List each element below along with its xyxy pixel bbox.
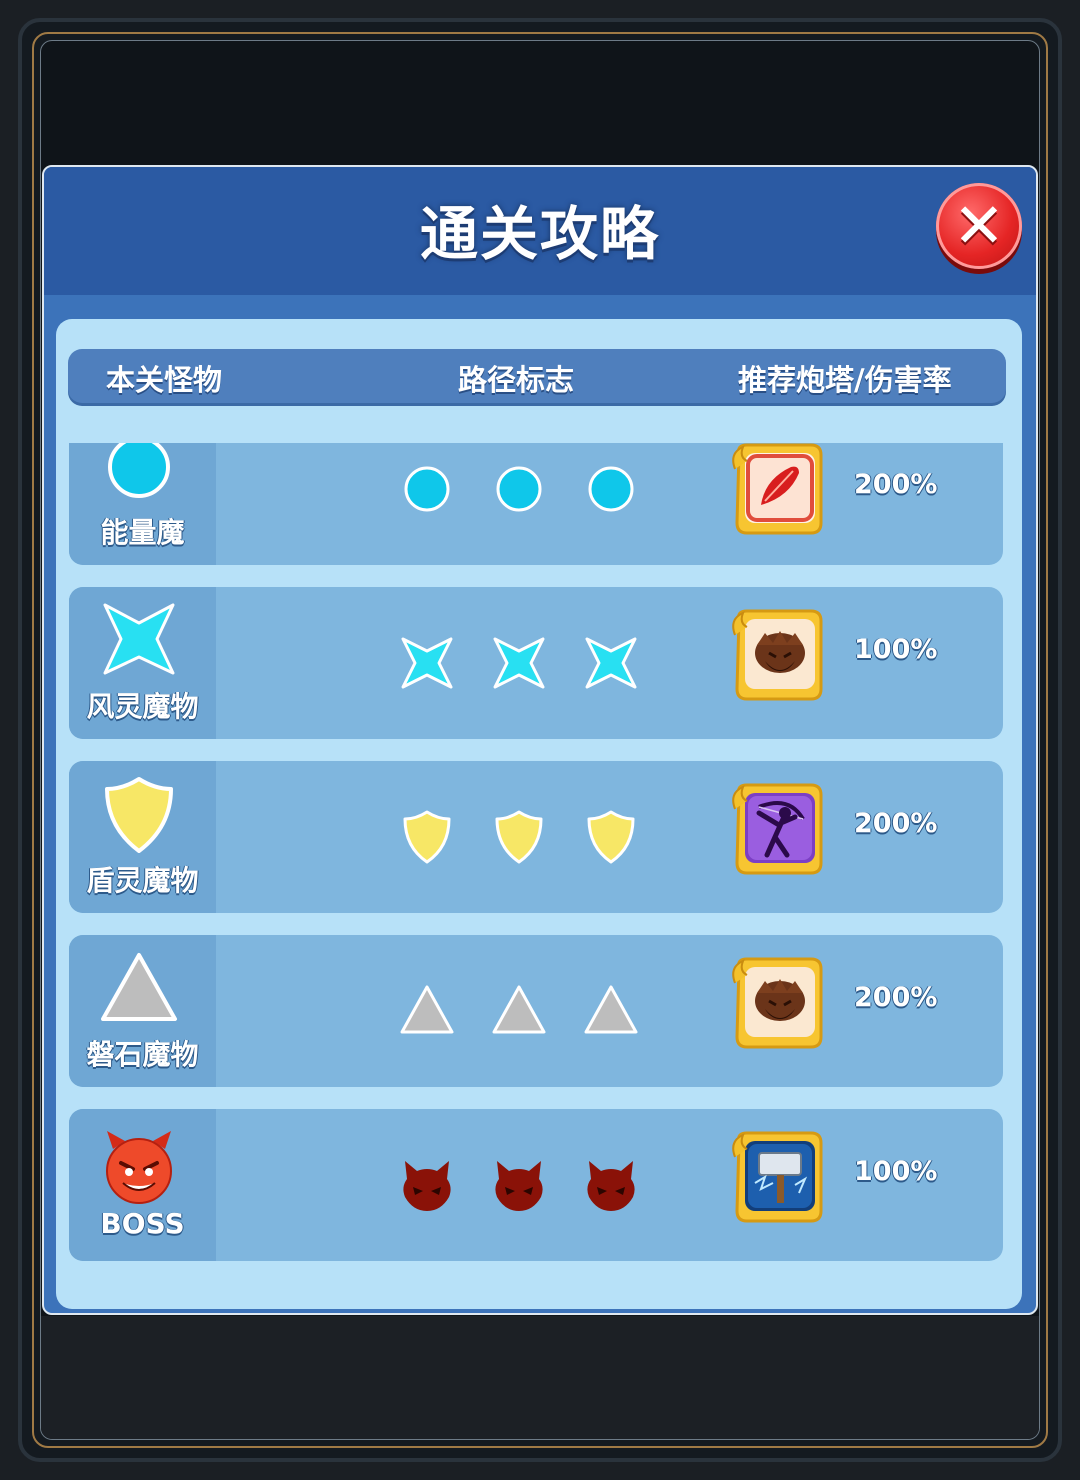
- red-feather-tower-icon[interactable]: [729, 443, 829, 539]
- gray-triangle-icon: [584, 985, 638, 1034]
- cyan-circle-icon: [108, 443, 170, 498]
- monster-name: BOSS: [100, 1207, 185, 1240]
- red-devil-icon: [587, 1161, 635, 1211]
- panel-header: 通关攻略 ✕: [44, 167, 1036, 295]
- monster-name: 能量魔: [100, 516, 185, 549]
- cyan-star-icon: [401, 637, 453, 689]
- cyan-star-icon: [103, 603, 175, 675]
- cyan-circle-icon: [404, 466, 450, 512]
- yellow-shield-icon: [403, 810, 451, 864]
- red-devil-icon: [403, 1161, 451, 1211]
- yellow-shield-icon: [495, 810, 543, 864]
- damage-rate: 100%: [854, 634, 938, 665]
- list-item[interactable]: BOSS 100%: [69, 1109, 1003, 1261]
- cyan-star-icon: [585, 637, 637, 689]
- yellow-shield-icon: [105, 777, 173, 853]
- panel-title: 通关攻略: [419, 200, 660, 268]
- purple-archer-tower-icon[interactable]: [729, 779, 829, 879]
- bottom-band: [41, 1316, 1039, 1439]
- monster-cell: BOSS: [69, 1109, 216, 1261]
- list-item[interactable]: 风灵魔物 100%: [69, 587, 1003, 739]
- damage-rate: 200%: [854, 982, 938, 1013]
- monster-name: 风灵魔物: [86, 690, 199, 723]
- cyan-star-icon: [493, 637, 545, 689]
- list-item[interactable]: 盾灵魔物 200%: [69, 761, 1003, 913]
- gray-triangle-icon: [101, 953, 177, 1021]
- thunder-hammer-tower-icon[interactable]: [729, 1127, 829, 1227]
- close-icon: ✕: [953, 189, 1005, 262]
- monster-cell: 能量魔: [69, 443, 216, 565]
- red-devil-icon: [495, 1161, 543, 1211]
- gray-triangle-icon: [492, 985, 546, 1034]
- monster-cell: 磐石魔物: [69, 935, 216, 1087]
- list-item[interactable]: 能量魔 200%: [69, 443, 1003, 565]
- damage-rate: 200%: [854, 469, 938, 500]
- column-path-label: 路径标志: [458, 363, 575, 397]
- column-tower-label: 推荐炮塔/伤害率: [738, 363, 952, 397]
- monster-cell: 盾灵魔物: [69, 761, 216, 913]
- yellow-shield-icon: [587, 810, 635, 864]
- brown-beast-tower-icon[interactable]: [729, 605, 829, 705]
- monster-list[interactable]: 能量魔 200% 风灵魔物 100% 盾灵魔物 200% 磐石魔物 200% B…: [56, 443, 1022, 1263]
- column-header: 本关怪物 路径标志 推荐炮塔/伤害率: [68, 349, 1006, 403]
- monster-name: 盾灵魔物: [86, 864, 199, 897]
- panel-content: 本关怪物 路径标志 推荐炮塔/伤害率 能量魔 200% 风灵魔物 100% 盾灵…: [56, 319, 1022, 1309]
- cyan-circle-icon: [588, 466, 634, 512]
- gray-triangle-icon: [400, 985, 454, 1034]
- cyan-circle-icon: [496, 466, 542, 512]
- list-item[interactable]: 磐石魔物 200%: [69, 935, 1003, 1087]
- monster-name: 磐石魔物: [86, 1038, 199, 1071]
- damage-rate: 200%: [854, 808, 938, 839]
- damage-rate: 100%: [854, 1156, 938, 1187]
- close-button[interactable]: ✕: [936, 183, 1022, 269]
- column-monster-label: 本关怪物: [106, 363, 223, 397]
- brown-beast-tower-icon[interactable]: [729, 953, 829, 1053]
- monster-cell: 风灵魔物: [69, 587, 216, 739]
- strategy-panel: 通关攻略 ✕ 本关怪物 路径标志 推荐炮塔/伤害率 能量魔 200% 风灵魔物 …: [42, 165, 1038, 1315]
- boss-devil-icon: [106, 1131, 172, 1204]
